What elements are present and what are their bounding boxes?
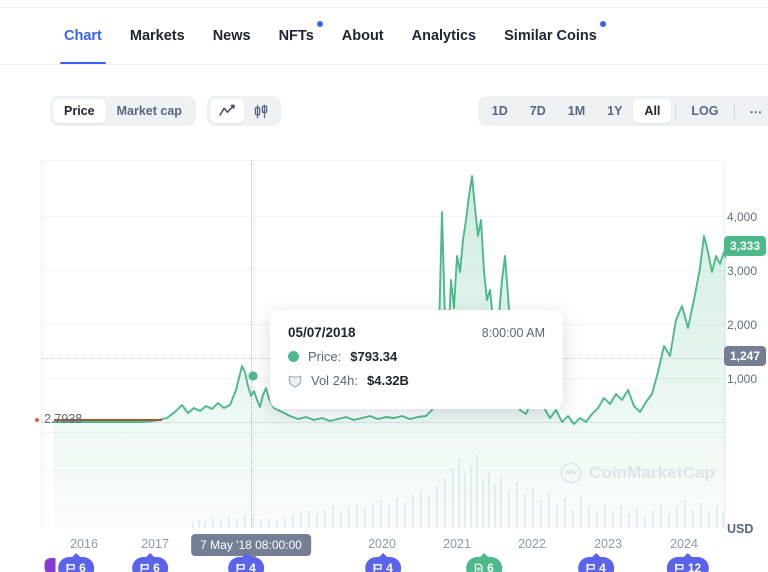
toolbar-divider-2: [733, 103, 735, 119]
all-time-low-dot-icon: [35, 418, 39, 422]
x-tick-label: 2023: [594, 537, 622, 551]
log-scale-button[interactable]: LOG: [680, 99, 729, 123]
tab-label: Analytics: [411, 28, 477, 44]
x-tick-label: 2022: [518, 537, 546, 551]
range-option-7d[interactable]: 7D: [519, 99, 557, 123]
range-label: 1Y: [607, 104, 623, 118]
line-chart-icon: [219, 104, 235, 118]
tab-similar-coins[interactable]: Similar Coins: [490, 8, 611, 64]
event-count: 12: [687, 561, 702, 572]
event-marker-2024[interactable]: 12: [666, 553, 710, 572]
similar-coins-new-badge-icon: [599, 21, 606, 27]
tab-label: About: [341, 28, 384, 44]
crosshair-price-badge: 1,247: [724, 346, 767, 366]
more-options-button[interactable]: ⋯: [739, 99, 768, 123]
event-marker-2016[interactable]: 6: [58, 553, 94, 572]
tab-label: Similar Coins: [504, 28, 597, 44]
all-time-low-label: 2.7938: [44, 412, 83, 426]
tooltip-price-label: Price:: [308, 349, 342, 364]
event-marker-partial[interactable]: [44, 558, 56, 572]
log-label: LOG: [691, 104, 719, 118]
tab-label: Markets: [129, 28, 185, 44]
flag-icon: [585, 563, 596, 572]
event-count: 6: [79, 561, 86, 572]
toolbar-divider-1: [675, 103, 677, 119]
tab-about[interactable]: About: [328, 8, 398, 64]
tooltip-price-row: Price: $793.34: [288, 349, 545, 364]
x-tick-label: 2024: [670, 537, 698, 551]
range-option-1d[interactable]: 1D: [481, 99, 519, 123]
tab-label: NFTs: [278, 28, 314, 44]
y-tick-label: 1,000: [727, 372, 758, 386]
chart-toolbar: Price Market cap 1D 7D 1M 1Y All LOG ⋯: [0, 96, 768, 130]
event-count: 6: [153, 561, 160, 572]
tooltip-volume-row: Vol 24h: $4.32B: [288, 373, 545, 388]
metric-option-price[interactable]: Price: [53, 99, 106, 123]
flag-icon: [235, 563, 246, 572]
y-tick-label: 4,000: [727, 210, 758, 224]
tooltip-date: 05/07/2018: [288, 325, 356, 340]
y-axis: 4,000 3,333 3,000 2,000 1,000 1,247 USD: [724, 160, 768, 540]
event-marker-2023[interactable]: 4: [578, 553, 614, 572]
nfts-new-badge-icon: [316, 21, 323, 27]
x-tick-label: 2021: [443, 537, 471, 551]
current-price-badge: 3,333: [724, 236, 767, 256]
range-toggle-group: 1D 7D 1M 1Y All LOG ⋯: [477, 96, 768, 126]
event-marker-2018[interactable]: 4: [228, 553, 264, 572]
volume-shield-icon: [288, 374, 302, 388]
flag-icon: [139, 563, 150, 572]
event-marker-2017[interactable]: 6: [132, 553, 168, 572]
coin-chart-page: Chart Markets News NFTs About Analytics …: [0, 0, 768, 572]
range-option-1y[interactable]: 1Y: [596, 99, 633, 123]
tab-chart[interactable]: Chart: [50, 8, 116, 64]
metric-toggle-group: Price Market cap: [50, 96, 196, 126]
range-option-1m[interactable]: 1M: [557, 99, 596, 123]
chart-type-toggle-group: [207, 96, 281, 126]
metric-label: Market cap: [116, 104, 182, 118]
chart-type-candlestick-button[interactable]: [244, 99, 278, 123]
x-tick-label: 2016: [70, 537, 98, 551]
range-label: All: [644, 104, 661, 118]
tab-nfts[interactable]: NFTs: [265, 8, 328, 64]
tab-markets[interactable]: Markets: [116, 8, 199, 64]
metric-option-market-cap[interactable]: Market cap: [106, 99, 193, 123]
more-options-icon: ⋯: [749, 104, 763, 119]
x-axis: 2016 2017 2020 2021 2022 2023 2024 7 May…: [0, 532, 768, 572]
tooltip-header: 05/07/2018 8:00:00 AM: [288, 325, 545, 340]
tab-analytics[interactable]: Analytics: [398, 8, 490, 64]
x-tick-label: 2017: [141, 537, 169, 551]
range-label: 7D: [529, 104, 546, 118]
tooltip-volume-value: $4.32B: [367, 373, 409, 388]
candlestick-icon: [253, 104, 269, 119]
chart-type-line-button[interactable]: [210, 99, 244, 123]
event-count: 4: [599, 561, 606, 572]
flag-icon: [372, 563, 383, 572]
tooltip-volume-label: Vol 24h:: [311, 373, 358, 388]
event-marker-2021[interactable]: 6: [466, 553, 502, 572]
y-tick-label: 3,000: [727, 264, 758, 278]
flag-icon: [674, 563, 685, 572]
price-series-dot-icon: [288, 351, 299, 362]
chart-tooltip: 05/07/2018 8:00:00 AM Price: $793.34 Vol…: [270, 310, 563, 409]
document-icon: [473, 563, 484, 572]
crosshair-point-marker: [248, 371, 258, 381]
tooltip-time: 8:00:00 AM: [481, 326, 545, 340]
event-count: 6: [487, 561, 494, 572]
tooltip-price-value: $793.34: [350, 349, 398, 364]
event-count: 4: [386, 561, 393, 572]
range-label: 1M: [567, 104, 586, 118]
event-marker-2020[interactable]: 4: [365, 553, 401, 572]
x-tick-label: 2020: [368, 537, 396, 551]
tab-label: Chart: [64, 28, 102, 44]
flag-icon: [65, 563, 76, 572]
tab-news[interactable]: News: [199, 8, 265, 64]
event-count: 4: [249, 561, 256, 572]
range-option-all[interactable]: All: [633, 99, 672, 123]
metric-label: Price: [64, 104, 95, 118]
tab-bar: Chart Markets News NFTs About Analytics …: [0, 8, 768, 65]
range-label: 1D: [491, 104, 508, 118]
y-tick-label: 2,000: [727, 318, 758, 332]
crosshair-date-badge: 7 May '18 08:00:00: [191, 534, 311, 561]
tab-label: News: [212, 28, 251, 44]
